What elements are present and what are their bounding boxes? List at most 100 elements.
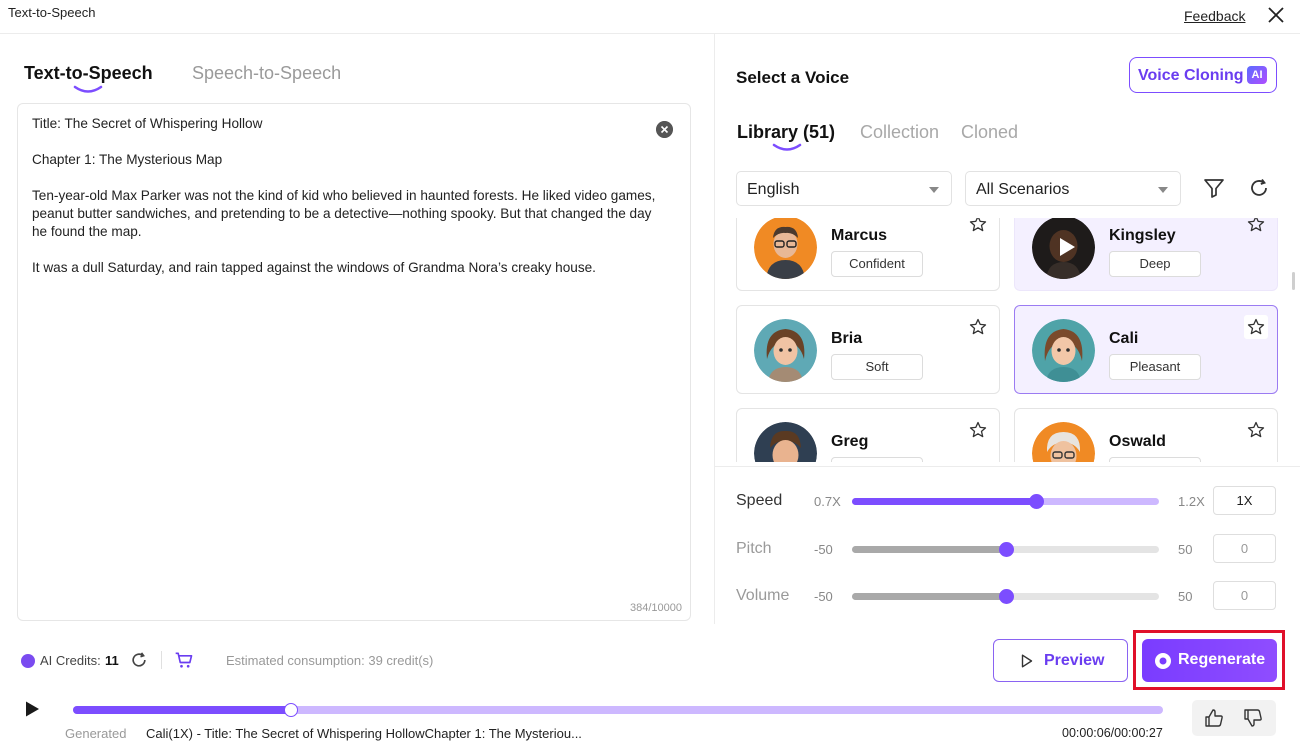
text-line: Title: The Secret of Whispering Hollow	[32, 116, 263, 131]
voice-card-greg[interactable]: Greg	[736, 408, 1000, 462]
volume-slider-thumb[interactable]	[999, 589, 1014, 604]
regenerate-icon	[1155, 653, 1171, 669]
voice-list-scrollbar[interactable]	[1292, 272, 1295, 290]
voice-card-marcus[interactable]: Marcus Confident	[736, 218, 1000, 291]
volume-value-field[interactable]: 0	[1213, 581, 1276, 610]
clear-text-icon[interactable]	[656, 121, 673, 138]
avatar	[754, 422, 817, 462]
credits-divider	[161, 651, 162, 669]
star-icon[interactable]	[1247, 421, 1265, 439]
speed-slider[interactable]	[852, 494, 1159, 509]
avatar	[1032, 422, 1095, 462]
speed-slider-row: Speed 0.7X 1.2X 1X	[736, 486, 1276, 516]
window-title: Text-to-Speech	[8, 5, 96, 20]
tab-active-indicator	[73, 85, 103, 93]
settings-divider	[715, 466, 1300, 467]
tab-speech-to-speech[interactable]: Speech-to-Speech	[192, 63, 341, 84]
star-icon[interactable]	[1247, 218, 1265, 233]
volume-min: -50	[814, 589, 833, 604]
tab-active-indicator	[772, 143, 802, 151]
language-value: English	[747, 181, 800, 198]
star-icon[interactable]	[969, 421, 987, 439]
speed-label: Speed	[736, 492, 783, 509]
pitch-min: -50	[814, 542, 833, 557]
voice-card-cali[interactable]: Cali Pleasant	[1014, 305, 1278, 394]
generated-label: Generated	[65, 726, 127, 741]
text-line: Ten-year-old Max Parker was not the kind…	[32, 188, 656, 203]
text-line: It was a dull Saturday, and rain tapped …	[32, 260, 596, 275]
voice-tag: Pleasant	[1109, 354, 1201, 380]
pitch-max: 50	[1178, 542, 1193, 557]
text-line: peanut butter sandwiches, and pretending…	[32, 206, 652, 221]
star-icon[interactable]	[969, 218, 987, 233]
filter-icon[interactable]	[1202, 176, 1226, 200]
pitch-value-field[interactable]: 0	[1213, 534, 1276, 563]
speed-min: 0.7X	[814, 494, 841, 509]
play-preview-icon[interactable]	[1057, 236, 1077, 258]
play-outline-icon	[1021, 654, 1033, 668]
preview-button[interactable]: Preview	[993, 639, 1128, 682]
voice-tag: Deep	[1109, 251, 1201, 277]
feedback-link[interactable]: Feedback	[1184, 8, 1245, 24]
regenerate-label: Regenerate	[1178, 651, 1266, 668]
star-icon[interactable]	[969, 318, 987, 336]
speed-slider-thumb[interactable]	[1029, 494, 1044, 509]
pitch-slider-thumb[interactable]	[999, 542, 1014, 557]
voice-name: Kingsley	[1109, 227, 1176, 244]
tab-collection[interactable]: Collection	[860, 122, 939, 143]
rating-box	[1192, 700, 1276, 736]
script-text-area[interactable]: Title: The Secret of Whispering Hollow C…	[17, 103, 691, 621]
scenario-select[interactable]: All Scenarios	[965, 171, 1181, 206]
tts-window: Text-to-Speech Feedback Text-to-Speech S…	[0, 0, 1300, 754]
tab-cloned[interactable]: Cloned	[961, 122, 1018, 143]
volume-max: 50	[1178, 589, 1193, 604]
speed-max: 1.2X	[1178, 494, 1205, 509]
speed-slider-fill	[852, 498, 1036, 505]
thumbs-down-icon[interactable]	[1243, 708, 1263, 728]
voice-cloning-label: Voice Cloning	[1138, 67, 1244, 84]
tab-text-to-speech[interactable]: Text-to-Speech	[24, 63, 153, 84]
track-title: Cali(1X) - Title: The Secret of Whisperi…	[146, 726, 582, 741]
character-count: 384/10000	[630, 602, 682, 614]
thumbs-up-icon[interactable]	[1204, 708, 1224, 728]
pitch-slider[interactable]	[852, 542, 1159, 557]
avatar	[754, 218, 817, 279]
playback-progress[interactable]	[73, 703, 1163, 717]
scenario-value: All Scenarios	[976, 181, 1070, 198]
playback-thumb[interactable]	[284, 703, 298, 717]
chevron-down-icon	[1158, 187, 1168, 193]
pitch-slider-row: Pitch -50 50 0	[736, 534, 1276, 564]
voice-tag	[1109, 457, 1201, 462]
pitch-label: Pitch	[736, 540, 772, 557]
language-select[interactable]: English	[736, 171, 952, 206]
text-line: he found the map.	[32, 224, 142, 239]
tab-library[interactable]: Library (51)	[737, 122, 835, 143]
credits-label: AI Credits:	[40, 653, 101, 668]
voice-tag: Confident	[831, 251, 923, 277]
avatar	[1032, 319, 1095, 382]
voice-cloning-button[interactable]: Voice Cloning AI	[1129, 57, 1277, 93]
close-icon[interactable]	[1265, 4, 1287, 26]
select-voice-title: Select a Voice	[736, 68, 850, 87]
playback-time: 00:00:06/00:00:27	[1062, 726, 1163, 740]
refresh-icon[interactable]	[1247, 176, 1271, 200]
play-icon[interactable]	[23, 700, 41, 718]
volume-label: Volume	[736, 587, 790, 604]
volume-slider-fill	[852, 593, 1006, 600]
voice-tag: Soft	[831, 354, 923, 380]
speed-value-field[interactable]: 1X	[1213, 486, 1276, 515]
star-icon[interactable]	[1244, 315, 1268, 339]
refresh-credits-icon[interactable]	[129, 650, 149, 670]
voice-card-bria[interactable]: Bria Soft	[736, 305, 1000, 394]
title-bar: Text-to-Speech Feedback	[0, 0, 1300, 34]
voice-card-oswald[interactable]: Oswald	[1014, 408, 1278, 462]
volume-slider[interactable]	[852, 589, 1159, 604]
cart-icon[interactable]	[174, 650, 194, 670]
panel-divider	[714, 34, 715, 624]
voice-card-kingsley[interactable]: Kingsley Deep	[1014, 218, 1278, 291]
ai-badge: AI	[1247, 66, 1267, 84]
avatar	[754, 319, 817, 382]
regenerate-button[interactable]: Regenerate	[1142, 639, 1277, 682]
text-line: Chapter 1: The Mysterious Map	[32, 152, 223, 167]
pitch-slider-fill	[852, 546, 1006, 553]
